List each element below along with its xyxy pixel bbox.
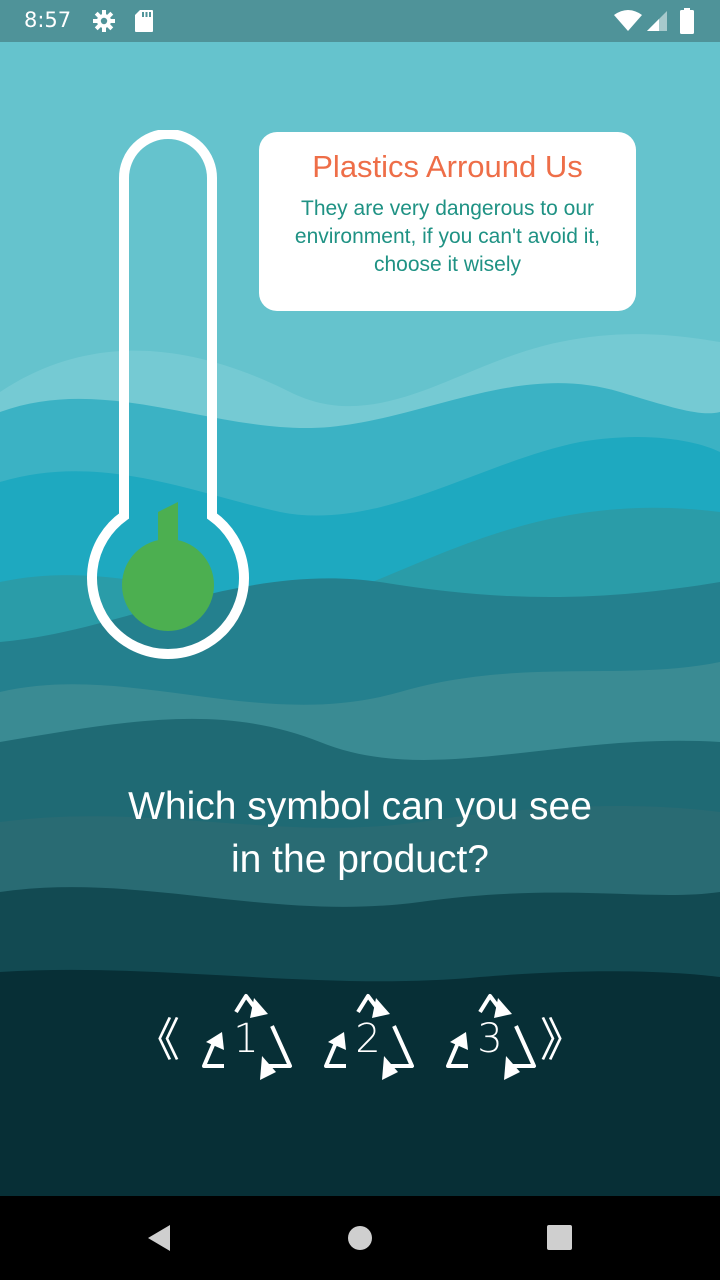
next-arrow-button[interactable]: 》 — [540, 1010, 586, 1070]
previous-arrow-button[interactable]: 《 — [134, 1010, 180, 1070]
back-icon[interactable] — [144, 1222, 176, 1254]
sd-card-icon — [135, 10, 153, 32]
status-time: 8:57 — [24, 8, 72, 32]
thermometer-gauge — [87, 130, 249, 659]
recents-icon[interactable] — [546, 1222, 574, 1254]
status-bar: 8:57 — [0, 0, 720, 42]
recycle-symbol-3-button[interactable]: 3 — [442, 992, 538, 1088]
question-text: Which symbol can you see in the product? — [60, 780, 660, 886]
navigation-bar — [0, 1196, 720, 1280]
gear-icon — [93, 10, 115, 32]
card-title: Plastics Arround Us — [312, 149, 583, 184]
question-line-2: in the product? — [230, 838, 489, 881]
recycle-symbol-2-button[interactable]: 2 — [320, 992, 416, 1088]
cell-signal-icon — [647, 11, 667, 31]
recycle-number: 2 — [355, 1016, 381, 1062]
home-icon[interactable] — [346, 1222, 374, 1254]
wifi-icon — [614, 10, 642, 31]
main-screen: Plastics Arround Us They are very danger… — [0, 42, 720, 1196]
thermometer-fill-bulb — [122, 539, 214, 631]
recycle-number: 3 — [477, 1016, 503, 1062]
info-card: Plastics Arround Us They are very danger… — [259, 132, 636, 311]
battery-icon — [680, 8, 694, 34]
card-description: They are very dangerous to our environme… — [294, 197, 601, 276]
recycle-symbol-1-button[interactable]: 1 — [198, 992, 294, 1088]
recycle-number: 1 — [233, 1016, 259, 1062]
question-line-1: Which symbol can you see — [128, 785, 592, 828]
thermometer-fill-stem — [158, 502, 178, 542]
